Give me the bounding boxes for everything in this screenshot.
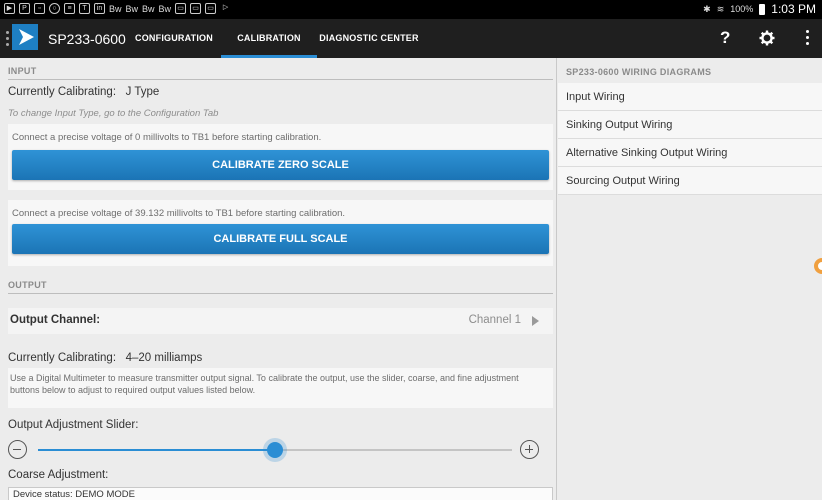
app-logo (12, 24, 38, 50)
image-icon: ▫ (34, 3, 45, 14)
linkedin-icon: in (94, 3, 105, 14)
bw-icon: Bw (125, 3, 139, 14)
output-channel-row[interactable]: Output Channel: Channel 1 (8, 308, 553, 334)
help-icon[interactable]: ? (720, 28, 730, 48)
slider-thumb[interactable] (267, 442, 283, 458)
calibration-pane[interactable]: INPUT Currently Calibrating: J Type To c… (0, 58, 557, 500)
card-icon: ▭ (205, 3, 217, 14)
wiring-item-alternative-sinking-output[interactable]: Alternative Sinking Output Wiring (558, 139, 822, 167)
tab-diagnostic-center[interactable]: DIAGNOSTIC CENTER (319, 19, 419, 58)
input-calibrating-label: Currently Calibrating: (8, 86, 117, 98)
output-section-header: OUTPUT (8, 280, 553, 294)
zero-scale-instruction: Connect a precise voltage of 0 millivolt… (12, 132, 322, 143)
output-calibrating-label: Currently Calibrating: (8, 352, 117, 364)
battery-icon (759, 3, 766, 15)
output-currently-calibrating: Currently Calibrating: 4–20 milliamps (8, 352, 202, 364)
video-icon: ▶ (4, 3, 15, 14)
input-type-hint: To change Input Type, go to the Configur… (8, 108, 219, 119)
full-scale-instruction: Connect a precise voltage of 39.132 mill… (12, 208, 346, 219)
wiring-diagrams-pane: SP233-0600 WIRING DIAGRAMS Input Wiring … (558, 58, 822, 500)
output-channel-value: Channel 1 (468, 314, 521, 326)
battery-percent: 100% (730, 4, 754, 14)
chevron-right-icon (532, 316, 539, 326)
slider-fill (38, 449, 275, 451)
output-instructions: Use a Digital Multimeter to measure tran… (8, 368, 553, 408)
gear-icon[interactable] (759, 30, 775, 46)
device-status-bar: Device status: DEMO MODE (8, 487, 553, 500)
notification-icons: ▶ P ▫ ○ ≡ T in Bw Bw Bw Bw ▭ ▭ ▭ ▷ (4, 3, 231, 14)
nav-drawer-icon[interactable] (6, 31, 9, 46)
slider-label: Output Adjustment Slider: (8, 419, 139, 431)
ps-icon: ≡ (64, 3, 75, 14)
wifi-icon: ≋ (716, 3, 725, 14)
calibrate-full-scale-button[interactable]: CALIBRATE FULL SCALE (12, 224, 549, 254)
minus-icon[interactable] (8, 440, 27, 459)
output-adjustment-slider[interactable] (38, 442, 512, 458)
output-channel-label: Output Channel: (10, 314, 101, 326)
wiring-item-label: Alternative Sinking Output Wiring (566, 147, 728, 159)
wiring-item-label: Sourcing Output Wiring (566, 175, 680, 187)
t-icon: T (79, 3, 90, 14)
input-section-header: INPUT (8, 66, 553, 80)
system-status: ✱ ≋ 100% 1:03 PM (703, 2, 816, 16)
output-calibrating-value: 4–20 milliamps (125, 352, 203, 364)
bluetooth-icon: ✱ (703, 3, 711, 14)
app-title: SP233-0600 (48, 31, 126, 47)
wiring-item-sinking-output[interactable]: Sinking Output Wiring (558, 111, 822, 139)
input-calibrating-value: J Type (125, 86, 160, 98)
play-icon: ▷ (222, 4, 229, 11)
output-instructions-text: Use a Digital Multimeter to measure tran… (10, 373, 519, 395)
card-icon: ▭ (175, 3, 187, 14)
circle-icon: ○ (49, 3, 60, 14)
wiring-item-label: Input Wiring (566, 91, 625, 103)
card-icon: ▭ (190, 3, 202, 14)
tab-calibration[interactable]: CALIBRATION (221, 19, 317, 58)
tab-configuration[interactable]: CONFIGURATION (129, 19, 219, 58)
overflow-menu-icon[interactable] (806, 30, 809, 46)
wiring-diagrams-header: SP233-0600 WIRING DIAGRAMS (566, 67, 712, 77)
plus-icon[interactable] (520, 440, 539, 459)
full-scale-card: Connect a precise voltage of 39.132 mill… (8, 200, 553, 266)
calibrate-zero-scale-button[interactable]: CALIBRATE ZERO SCALE (12, 150, 549, 180)
bw-icon: Bw (109, 3, 122, 14)
p-icon: P (19, 3, 30, 14)
wiring-item-input[interactable]: Input Wiring (558, 83, 822, 111)
wiring-item-label: Sinking Output Wiring (566, 119, 673, 131)
clock: 1:03 PM (771, 2, 816, 16)
input-currently-calibrating: Currently Calibrating: J Type (8, 86, 159, 98)
zero-scale-card: Connect a precise voltage of 0 millivolt… (8, 124, 553, 190)
coarse-adjustment-label: Coarse Adjustment: (8, 469, 109, 481)
status-bar: ▶ P ▫ ○ ≡ T in Bw Bw Bw Bw ▭ ▭ ▭ ▷ ✱ ≋ 1… (0, 0, 822, 19)
bw-icon: Bw (158, 3, 172, 14)
wiring-item-sourcing-output[interactable]: Sourcing Output Wiring (558, 167, 822, 195)
bw-icon: Bw (142, 3, 155, 14)
